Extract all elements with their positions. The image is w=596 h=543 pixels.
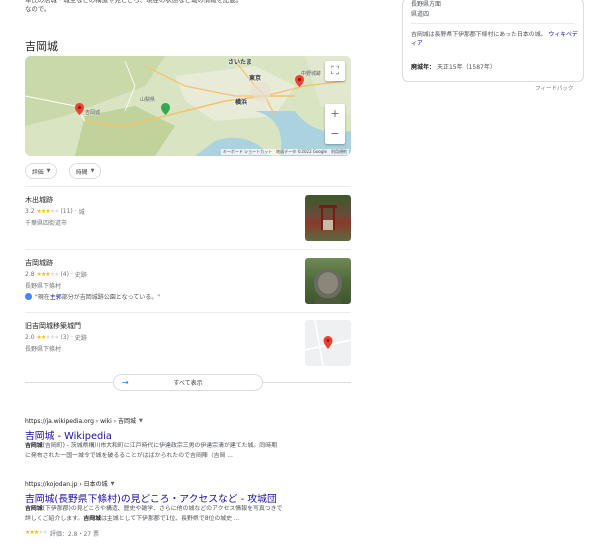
map-attribution[interactable]: キーボード ショートカット 地図データ ©2022 Google 利用規約: [220, 149, 349, 155]
zoom-in-button[interactable]: +: [330, 104, 339, 124]
local-result-item[interactable]: 吉岡城跡 2.8 ★★★★★ (4) · 史跡 長野県下條村 "現在主郭部分が吉岡城…: [25, 249, 351, 312]
result-title-link[interactable]: 吉岡城 - Wikipedia: [25, 428, 112, 442]
previous-result-snippet: 軍氏の居城・城主などの構造や見どころ、現在の状態など城の情報を記載。 なので。: [25, 0, 243, 13]
result-snippet: 吉岡城(下伊那郡)の見どころや構造、歴史や雑学、さらに他の城などのアクセス情報を…: [25, 506, 283, 522]
map-label-yokohama: 横浜: [235, 99, 248, 106]
local-result-item[interactable]: 木出城跡 3.2 ★★★★★ (11) · 城 千葉県四街道市: [25, 186, 351, 249]
result-snippet: 吉岡城(吉岡町) - 茨城県構川市大和町に江戸時代に伊達政宗三男の伊達宗清が建て…: [25, 443, 277, 459]
result-name[interactable]: 旧吉岡城移築城門: [25, 321, 81, 331]
star-rating-icon: ★★★★★: [36, 334, 60, 341]
map-label-saitama: さいたま: [228, 59, 252, 66]
panel-line-2: 県道四: [411, 11, 430, 18]
map-label-tokyo: 東京: [249, 75, 262, 82]
arrow-right-icon: →: [122, 378, 129, 387]
result-url[interactable]: https://kojodan.jp › 日本の城 ▼: [25, 479, 115, 489]
more-options-icon[interactable]: ▼: [111, 481, 115, 487]
show-all-button[interactable]: → すべて表示: [113, 374, 263, 391]
chevron-down-icon: ▼: [46, 168, 51, 174]
result-rating: ★★★★★ 評価：2.8・27 票: [25, 529, 99, 538]
local-result-item[interactable]: 旧吉岡城移築城門 2.0 ★★★★★ (3) · 史跡 長野県下條村: [25, 312, 351, 372]
reviewer-avatar: [25, 293, 32, 300]
result-title-link[interactable]: 吉岡城(長野県下條村)の見どころ・アクセスなど - 攻城団: [25, 491, 277, 505]
result-photo[interactable]: [305, 258, 351, 304]
knowledge-panel: 長野県方面 県道四 吉岡城は長野県下伊那郡下條村にあった日本の城。 ウィキペディ…: [402, 0, 584, 82]
result-location: 長野県下條村: [25, 283, 62, 290]
more-options-icon[interactable]: ▼: [139, 418, 143, 424]
result-map-thumbnail[interactable]: [305, 320, 351, 366]
park-pin-icon: [161, 103, 170, 115]
result-rating: 2.8 ★★★★★ (4) · 史跡: [25, 271, 87, 279]
zoom-controls: + −: [325, 104, 345, 144]
fullscreen-icon[interactable]: ⛶: [325, 61, 345, 81]
result-photo[interactable]: [305, 195, 351, 241]
result-location: 長野県下條村: [25, 346, 62, 353]
rating-filter-chip[interactable]: 評価 ▼: [25, 163, 58, 179]
result-rating: 2.0 ★★★★★ (3) · 史跡: [25, 334, 87, 342]
panel-line-1: 長野県方面: [411, 1, 442, 8]
chevron-down-icon: ▼: [90, 168, 95, 174]
zoom-out-button[interactable]: −: [330, 124, 339, 144]
feedback-link[interactable]: フィードバック: [535, 84, 573, 92]
result-rating: 3.2 ★★★★★ (11) · 城: [25, 208, 85, 216]
result-name[interactable]: 吉岡城跡: [25, 258, 53, 268]
panel-description: 吉岡城は長野県下伊那郡下條村にあった日本の城。 ウィキペディア: [411, 32, 578, 47]
map[interactable]: さいたま 東京 横浜 山梨県 吉岡城 中野城跡 ⛶ + − キーボード ショート…: [25, 56, 351, 156]
star-rating-icon: ★★★★★: [36, 208, 60, 215]
map-pin-icon[interactable]: [295, 75, 304, 87]
map-label-chiba: 中野城跡: [301, 71, 322, 77]
result-review: "現在主郭部分が吉岡城跡公園となっている。": [25, 292, 160, 301]
map-label-yamanashi: 山梨県: [140, 97, 156, 103]
map-pin-icon[interactable]: [75, 103, 84, 115]
result-url[interactable]: https://ja.wikipedia.org › wiki › 吉岡城 ▼: [25, 416, 143, 426]
star-rating-icon: ★★★★★: [25, 529, 48, 536]
star-rating-icon: ★★★★★: [36, 271, 60, 278]
search-results-page: { "top_snippet": "寺公の文化財", "right_panel"…: [0, 0, 596, 543]
local-results-title: 吉岡城: [25, 40, 58, 53]
result-location: 千葉県四街道市: [25, 220, 68, 227]
hours-filter-chip[interactable]: 時間 ▼: [69, 163, 102, 179]
result-name[interactable]: 木出城跡: [25, 195, 53, 205]
panel-fact: 廃城年： 天正15年（1587年）: [411, 64, 496, 71]
map-label-yoshioka: 吉岡城: [85, 110, 101, 116]
